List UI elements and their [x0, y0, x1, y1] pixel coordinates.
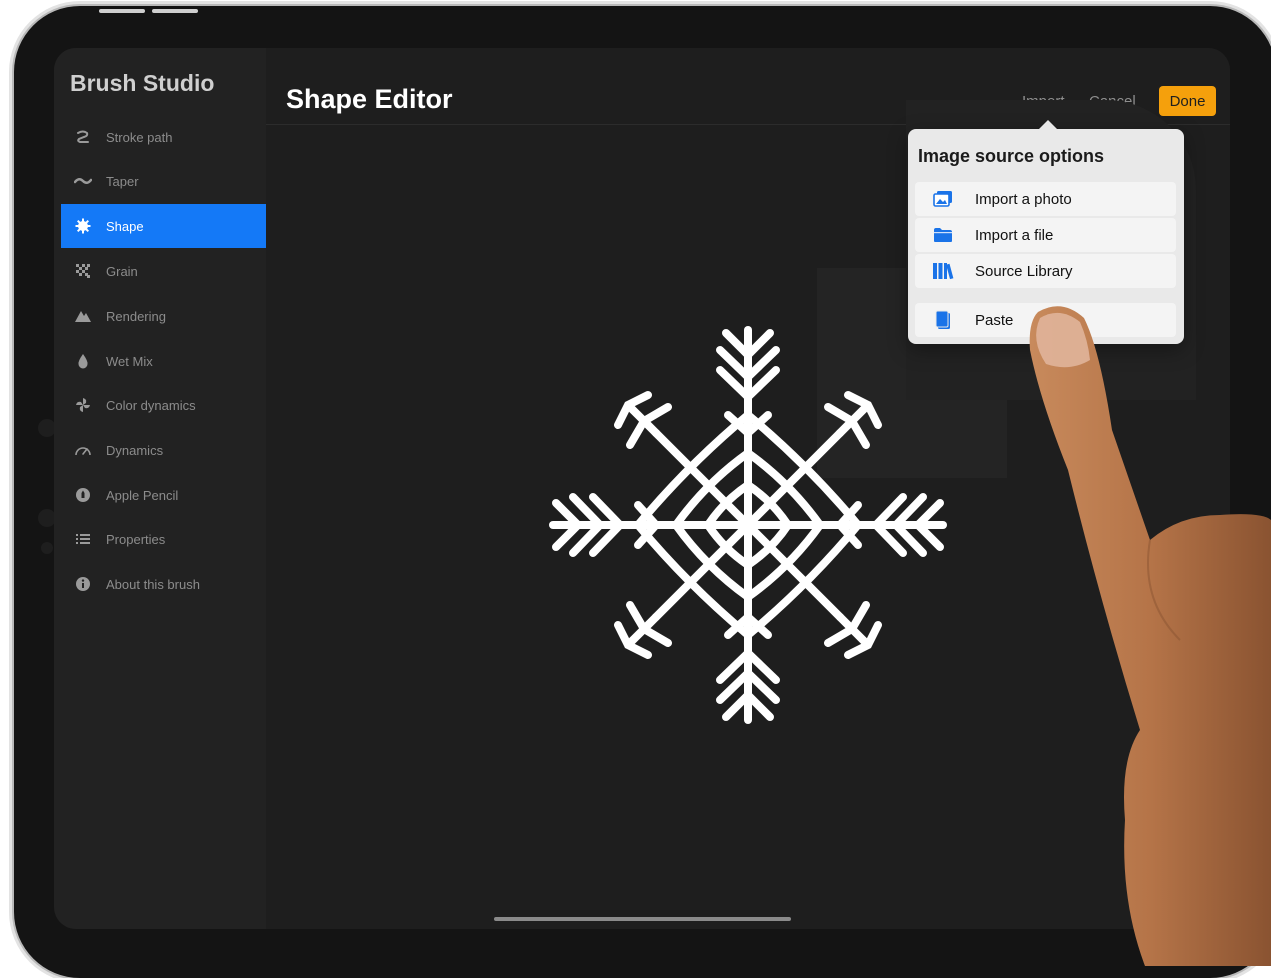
sidebar: Brush Studio Stroke path Taper Shape Gra… [54, 48, 266, 929]
sidebar-item-about[interactable]: About this brush [61, 562, 266, 606]
sidebar-item-label: About this brush [106, 576, 200, 592]
apple-pencil-icon [74, 486, 92, 504]
done-button[interactable]: Done [1159, 86, 1216, 116]
option-label: Import a photo [975, 190, 1072, 208]
sidebar-item-label: Wet Mix [106, 353, 153, 369]
sensor-dot [41, 542, 53, 554]
dynamics-icon [74, 441, 92, 459]
source-library-option[interactable]: Source Library [915, 254, 1176, 288]
sidebar-item-color-dynamics[interactable]: Color dynamics [61, 383, 266, 427]
shape-icon [74, 217, 92, 235]
power-button [152, 9, 198, 13]
option-label: Paste [975, 311, 1014, 329]
sidebar-item-label: Taper [106, 173, 139, 189]
page-title: Shape Editor [286, 84, 453, 114]
paste-option[interactable]: Paste [915, 303, 1176, 337]
sidebar-item-rendering[interactable]: Rendering [61, 294, 266, 338]
snowflake-shape-preview[interactable] [548, 325, 948, 725]
image-source-popover: Image source options Import a photo Impo… [908, 120, 1184, 344]
wet-mix-icon [74, 352, 92, 370]
sidebar-item-label: Color dynamics [106, 397, 196, 413]
sidebar-title: Brush Studio [70, 70, 215, 96]
sidebar-item-label: Shape [106, 218, 144, 234]
clipboard-icon [932, 309, 954, 331]
sidebar-item-stroke-path[interactable]: Stroke path [61, 115, 266, 159]
volume-button [99, 9, 145, 13]
option-label: Source Library [975, 262, 1073, 280]
sidebar-item-label: Properties [106, 531, 166, 547]
taper-icon [74, 172, 92, 190]
sidebar-item-label: Stroke path [106, 129, 173, 145]
popover-arrow [1038, 120, 1058, 130]
photo-icon [932, 188, 954, 210]
sidebar-item-grain[interactable]: Grain [61, 249, 266, 293]
home-indicator[interactable] [494, 917, 791, 921]
library-icon [932, 260, 954, 282]
info-icon [74, 575, 92, 593]
sidebar-item-properties[interactable]: Properties [61, 517, 266, 561]
stroke-path-icon [74, 128, 92, 146]
sidebar-item-shape[interactable]: Shape [61, 204, 266, 248]
properties-icon [74, 530, 92, 548]
sidebar-item-taper[interactable]: Taper [61, 159, 266, 203]
import-photo-option[interactable]: Import a photo [915, 182, 1176, 216]
sidebar-item-wet-mix[interactable]: Wet Mix [61, 339, 266, 383]
sidebar-item-label: Rendering [106, 308, 166, 324]
folder-icon [932, 224, 954, 246]
sidebar-item-label: Grain [106, 263, 138, 279]
import-file-option[interactable]: Import a file [915, 218, 1176, 252]
color-dynamics-icon [74, 396, 92, 414]
grain-icon [74, 262, 92, 280]
sidebar-item-dynamics[interactable]: Dynamics [61, 428, 266, 472]
option-label: Import a file [975, 226, 1054, 244]
popover-title: Image source options [918, 146, 1105, 166]
sidebar-item-label: Apple Pencil [106, 487, 179, 503]
sidebar-item-apple-pencil[interactable]: Apple Pencil [61, 473, 266, 517]
sidebar-item-label: Dynamics [106, 442, 164, 458]
rendering-icon [74, 307, 92, 325]
